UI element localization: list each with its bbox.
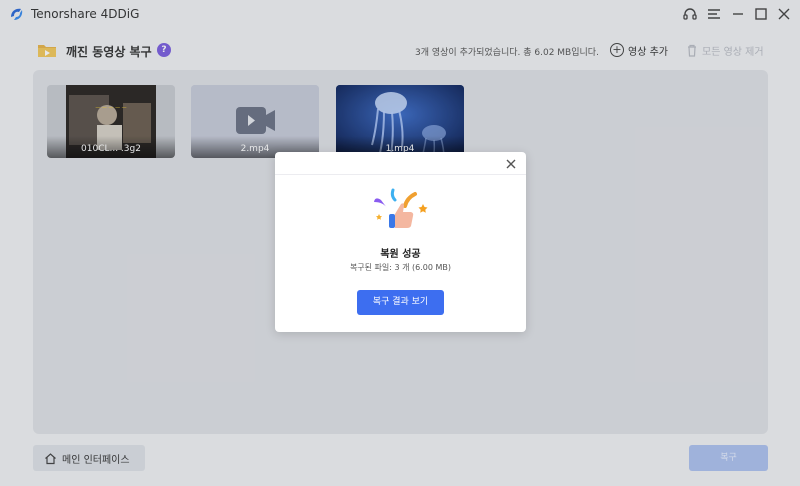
- view-results-button[interactable]: 복구 결과 보기: [357, 290, 444, 315]
- close-icon[interactable]: [504, 156, 518, 170]
- dialog-header: [275, 152, 526, 175]
- success-dialog: 복원 성공 복구된 파일: 3 개 (6.00 MB) 복구 결과 보기: [275, 152, 526, 332]
- dialog-subtitle: 복구된 파일: 3 개 (6.00 MB): [349, 263, 452, 272]
- thumbs-up-icon: [374, 188, 428, 228]
- dialog-title: 복원 성공: [380, 249, 421, 260]
